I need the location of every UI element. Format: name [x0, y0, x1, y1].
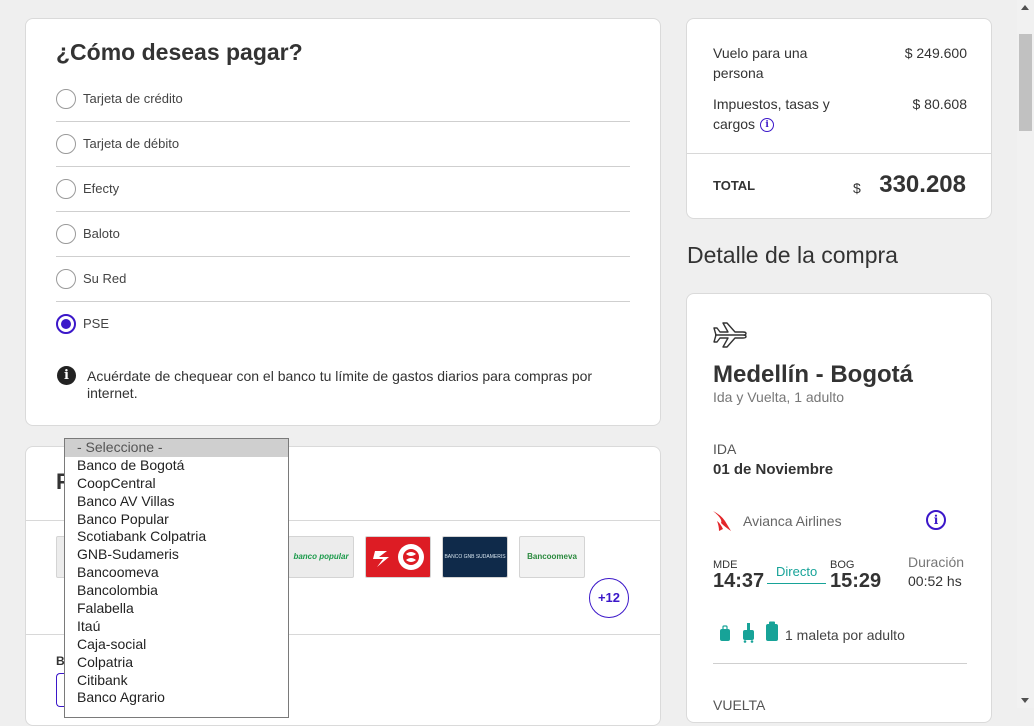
price-summary-card: Vuelo para una persona $ 249.600 Impuest…: [686, 18, 992, 219]
flight-value: $ 249.600: [904, 45, 967, 61]
dropdown-option[interactable]: - Seleccione -: [65, 439, 288, 457]
payment-option-label: Tarjeta de crédito: [83, 91, 183, 106]
total-value: 330.208: [879, 171, 966, 198]
payment-option-su-red[interactable]: Su Red: [56, 257, 630, 302]
baggage-icons: [720, 621, 778, 643]
flight-path-line: [767, 583, 826, 584]
leg-label: IDA: [713, 441, 737, 457]
radio-credit-card[interactable]: [56, 89, 76, 109]
bank-dropdown-list[interactable]: - Seleccione - Banco de Bogotá CoopCentr…: [64, 438, 289, 718]
dropdown-option[interactable]: Bancolombia: [65, 582, 288, 600]
payment-option-label: Baloto: [83, 226, 120, 241]
origin-time: 14:37: [713, 570, 765, 592]
backpack-icon: [720, 625, 730, 641]
payment-option-label: Su Red: [83, 271, 127, 286]
bancoomeva-logo-text: Bancoomeva: [527, 552, 577, 561]
trip-detail-card: Medellín - Bogotá Ida y Vuelta, 1 adulto…: [686, 293, 992, 723]
suitcase-icon: [766, 621, 778, 641]
payment-title: ¿Cómo deseas pagar?: [56, 39, 303, 65]
notice-text: Acuérdate de chequear con el banco tu lí…: [87, 368, 593, 401]
payment-method-card: ¿Cómo deseas pagar? Tarjeta de crédito T…: [25, 18, 661, 426]
dropdown-option[interactable]: Banco de Bogotá: [65, 457, 288, 475]
dropdown-option[interactable]: Itaú: [65, 618, 288, 636]
taxes-info-icon[interactable]: i: [760, 118, 775, 133]
leg-date: 01 de Noviembre: [713, 461, 834, 478]
more-banks-button[interactable]: +12: [589, 578, 629, 618]
divider: [687, 153, 991, 154]
dropdown-option[interactable]: CoopCentral: [65, 475, 288, 493]
flight-label: Vuelo para una persona: [713, 45, 808, 81]
purchase-detail-heading: Detalle de la compra: [687, 242, 898, 268]
scroll-down-arrow-icon[interactable]: [1021, 698, 1029, 703]
radio-baloto[interactable]: [56, 224, 76, 244]
payment-option-pse[interactable]: PSE: [56, 302, 630, 347]
payment-option-efecty[interactable]: Efecty: [56, 167, 630, 212]
scroll-up-arrow-icon[interactable]: [1021, 5, 1029, 10]
airline-info-icon[interactable]: i: [926, 510, 946, 530]
divider: [713, 663, 967, 664]
total-currency: $: [853, 180, 861, 196]
dropdown-option[interactable]: Colpatria: [65, 654, 288, 672]
duration-label: Duración: [908, 554, 965, 570]
dropdown-option[interactable]: Citibank: [65, 672, 288, 690]
airline-name: Avianca Airlines: [743, 513, 842, 529]
payment-option-baloto[interactable]: Baloto: [56, 212, 630, 257]
dropdown-option[interactable]: GNB-Sudameris: [65, 546, 288, 564]
payment-option-credit-card[interactable]: Tarjeta de crédito: [56, 77, 630, 122]
carry-on-icon: [743, 623, 754, 643]
radio-su-red[interactable]: [56, 269, 76, 289]
route-subtitle: Ida y Vuelta, 1 adulto: [713, 389, 845, 405]
payment-option-debit-card[interactable]: Tarjeta de débito: [56, 122, 630, 167]
bank-logo-bancoomeva[interactable]: Bancoomeva: [519, 536, 585, 578]
duration-value: 00:52 hs: [908, 573, 962, 589]
destination-time: 15:29: [830, 570, 882, 592]
dropdown-option[interactable]: Banco Popular: [65, 511, 288, 529]
payment-option-label: PSE: [83, 316, 110, 331]
dropdown-option[interactable]: Falabella: [65, 600, 288, 618]
bank-logo-gnb-sudameris[interactable]: BANCO GNB SUDAMERIS: [442, 536, 508, 578]
dropdown-option[interactable]: Bancoomeva: [65, 564, 288, 582]
dropdown-option[interactable]: Banco AV Villas: [65, 493, 288, 511]
scotiabank-logo-icon: [370, 541, 424, 573]
info-icon: i: [57, 366, 76, 385]
banco-popular-logo-text: banco popular: [293, 552, 349, 561]
dropdown-option[interactable]: Scotiabank Colpatria: [65, 528, 288, 546]
page-scrollbar[interactable]: [1017, 0, 1034, 708]
baggage-text: 1 maleta por adulto: [785, 627, 905, 643]
gnb-logo-text: BANCO GNB SUDAMERIS: [444, 554, 506, 560]
payment-option-label: Efecty: [83, 181, 120, 196]
scrollbar-thumb[interactable]: [1019, 34, 1032, 131]
dropdown-option[interactable]: Caja-social: [65, 636, 288, 654]
airplane-icon: [713, 322, 747, 348]
bank-logo-popular[interactable]: banco popular: [288, 536, 354, 578]
radio-efecty[interactable]: [56, 179, 76, 199]
return-leg-label: VUELTA: [713, 697, 766, 713]
total-label: TOTAL: [713, 178, 756, 193]
radio-debit-card[interactable]: [56, 134, 76, 154]
dropdown-option[interactable]: Banco Agrario: [65, 689, 288, 707]
radio-pse[interactable]: [56, 314, 76, 334]
payment-option-label: Tarjeta de débito: [83, 136, 180, 151]
taxes-value: $ 80.608: [912, 96, 968, 112]
bank-logo-scotiabank[interactable]: [365, 536, 431, 578]
taxes-label: Impuestos, tasas y cargos i: [713, 94, 853, 134]
route-title: Medellín - Bogotá: [713, 361, 913, 388]
direct-label: Directo: [776, 564, 818, 579]
avianca-logo-icon: [713, 511, 731, 531]
